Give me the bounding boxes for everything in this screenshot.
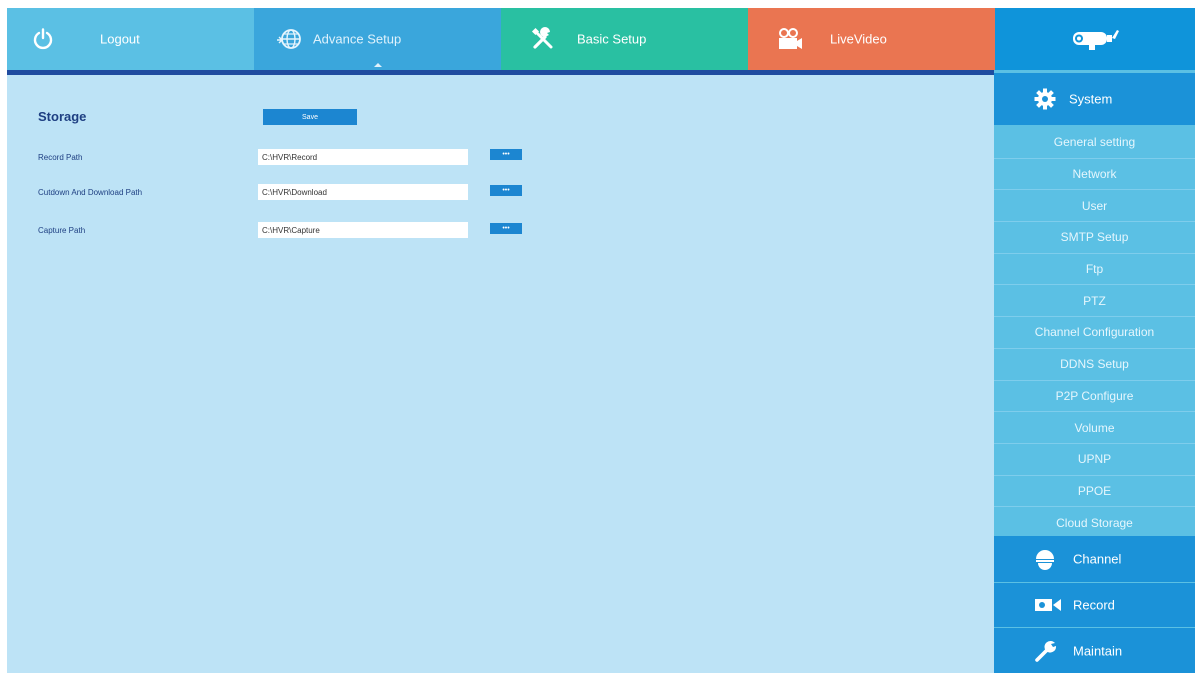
download-path-label: Cutdown And Download Path <box>38 188 143 197</box>
sidebar-item-channel-configuration[interactable]: Channel Configuration <box>994 317 1195 349</box>
sidebar-group-channel[interactable]: Channel <box>994 536 1195 582</box>
capture-path-browse-button[interactable]: ••• <box>490 223 522 234</box>
tab-live-video[interactable]: LiveVideo <box>748 8 995 70</box>
download-path-browse-button[interactable]: ••• <box>490 185 522 196</box>
system-submenu: General setting Network User SMTP Setup … <box>994 127 1195 539</box>
active-tab-indicator <box>373 63 382 67</box>
sidebar-item-ftp[interactable]: Ftp <box>994 254 1195 286</box>
sidebar-item-volume[interactable]: Volume <box>994 412 1195 444</box>
sidebar-item-smtp-setup[interactable]: SMTP Setup <box>994 222 1195 254</box>
sidebar-record-label: Record <box>1073 597 1115 613</box>
sidebar-item-p2p-configure[interactable]: P2P Configure <box>994 381 1195 413</box>
video-camera-icon <box>775 27 803 51</box>
wrench-icon <box>1034 639 1058 663</box>
sidebar-item-ptz[interactable]: PTZ <box>994 285 1195 318</box>
dome-camera-icon <box>1034 547 1056 571</box>
gear-icon <box>1034 88 1056 110</box>
capture-path-label: Capture Path <box>38 226 86 235</box>
tab-advance-setup[interactable]: Advance Setup <box>254 8 501 70</box>
globe-icon <box>276 27 304 51</box>
capture-path-input[interactable]: C:\HVR\Capture <box>258 222 468 238</box>
sidebar-item-user[interactable]: User <box>994 190 1195 223</box>
record-path-input[interactable]: C:\HVR\Record <box>258 149 468 165</box>
sidebar-group-record[interactable]: Record <box>994 583 1195 627</box>
tab-basic-setup[interactable]: Basic Setup <box>501 8 748 70</box>
page-title: Storage <box>38 109 87 124</box>
sidebar-channel-label: Channel <box>1073 551 1122 567</box>
tab-logout-label: Logout <box>100 31 140 47</box>
brand-logo <box>995 8 1195 70</box>
top-navigation: Logout Advance Setup Basic Setup LiveVid… <box>7 8 1195 70</box>
record-camera-icon <box>1034 597 1062 613</box>
sidebar-item-ppoe[interactable]: PPOE <box>994 476 1195 508</box>
record-path-browse-button[interactable]: ••• <box>490 149 522 160</box>
sidebar-item-network[interactable]: Network <box>994 159 1195 191</box>
save-button[interactable]: Save <box>263 109 357 125</box>
sidebar-item-ddns-setup[interactable]: DDNS Setup <box>994 349 1195 381</box>
download-path-input[interactable]: C:\HVR\Download <box>258 184 468 200</box>
sidebar-item-cloud-storage[interactable]: Cloud Storage <box>994 507 1195 539</box>
sidebar-maintain-label: Maintain <box>1073 643 1123 658</box>
storage-settings-panel: Storage Save Record Path C:\HVR\Record •… <box>7 75 994 673</box>
sidebar-group-maintain[interactable]: Maintain <box>994 628 1195 673</box>
power-icon <box>32 28 54 50</box>
tab-advance-setup-label: Advance Setup <box>313 31 402 47</box>
tab-basic-setup-label: Basic Setup <box>577 31 647 47</box>
tools-icon <box>531 27 555 51</box>
tab-logout[interactable]: Logout <box>7 8 254 70</box>
settings-sidebar: System General setting Network User SMTP… <box>994 70 1195 673</box>
sidebar-system-label: System <box>1069 91 1113 107</box>
sidebar-item-general-setting[interactable]: General setting <box>994 127 1195 159</box>
sidebar-group-system[interactable]: System <box>994 73 1195 125</box>
camera-logo-icon <box>1069 26 1121 52</box>
record-path-label: Record Path <box>38 153 83 162</box>
sidebar-item-upnp[interactable]: UPNP <box>994 444 1195 476</box>
tab-live-video-label: LiveVideo <box>830 31 887 47</box>
